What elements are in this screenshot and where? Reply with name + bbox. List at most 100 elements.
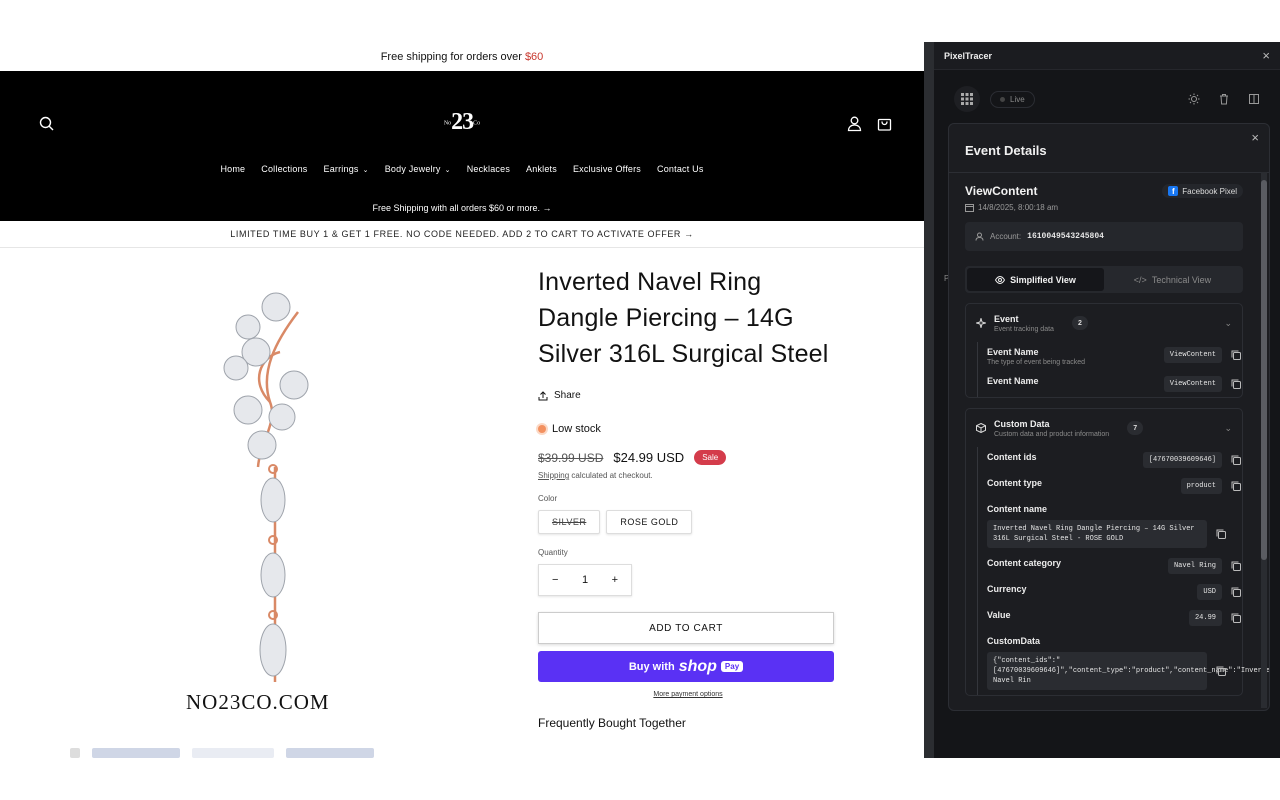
row-value[interactable]: Inverted Navel Ring Dangle Piercing – 14… bbox=[987, 520, 1207, 548]
row-value[interactable]: 24.99 bbox=[1188, 610, 1222, 626]
nav-item-exclusive-offers[interactable]: Exclusive Offers bbox=[573, 164, 641, 174]
scrollbar-thumb[interactable] bbox=[1261, 180, 1267, 560]
more-payment-options-link[interactable]: More payment options bbox=[538, 691, 838, 698]
thumbnail[interactable] bbox=[92, 748, 180, 758]
live-toggle[interactable]: Live bbox=[990, 90, 1035, 108]
store-logo[interactable]: No23Co bbox=[0, 109, 924, 136]
announcement-price: $60 bbox=[524, 50, 544, 63]
nav-label: Exclusive Offers bbox=[572, 164, 642, 174]
stock-status: Low stock bbox=[538, 423, 838, 435]
thumbnail[interactable] bbox=[192, 748, 274, 758]
pay-logo: Pay bbox=[720, 661, 744, 672]
account-icon[interactable] bbox=[846, 115, 863, 132]
color-option-rose-gold[interactable]: ROSE GOLD bbox=[606, 510, 693, 534]
row-value[interactable]: USD bbox=[1197, 584, 1222, 600]
grid-icon[interactable] bbox=[954, 86, 980, 112]
copy-icon[interactable] bbox=[1230, 480, 1242, 492]
logo-right: Co bbox=[473, 120, 481, 127]
tab-technical-view[interactable]: </> Technical View bbox=[1104, 268, 1241, 291]
chevron-down-icon[interactable]: ⌄ bbox=[1224, 318, 1232, 329]
nav-label: Anklets bbox=[526, 164, 557, 174]
row-value-group: USD bbox=[1197, 584, 1242, 600]
row-label: Value bbox=[987, 610, 1011, 620]
row-value[interactable]: [47670039609646] bbox=[1142, 452, 1222, 468]
product-title: Inverted Navel Ring Dangle Piercing – 14… bbox=[538, 268, 829, 368]
nav-item-anklets[interactable]: Anklets bbox=[526, 164, 557, 174]
copy-icon[interactable] bbox=[1230, 378, 1242, 390]
row-description: The type of event being tracked bbox=[987, 359, 1086, 366]
store-header: No23Co Home Collections Earrings ⌄ Body J… bbox=[0, 71, 924, 221]
color-option-silver[interactable]: SILVER bbox=[538, 510, 601, 534]
row-value-group: [47670039609646] bbox=[1142, 452, 1242, 468]
account-label: Account: bbox=[990, 232, 1022, 241]
nav-item-contact-us[interactable]: Contact Us bbox=[657, 164, 704, 174]
modal-scrollbar[interactable] bbox=[1261, 172, 1267, 708]
quantity-value[interactable]: 1 bbox=[582, 574, 588, 586]
shipping-note: Shipping calculated at checkout. bbox=[538, 471, 838, 480]
row-value[interactable]: product bbox=[1180, 478, 1222, 494]
copy-icon[interactable] bbox=[1215, 665, 1227, 677]
thumbnail[interactable] bbox=[70, 748, 80, 758]
event-details-modal: × Event Details ViewContent f Facebook P… bbox=[948, 123, 1270, 711]
calendar-icon bbox=[965, 204, 974, 212]
add-to-cart-button[interactable]: ADD TO CART bbox=[538, 612, 834, 644]
quantity-plus-button[interactable]: + bbox=[612, 574, 618, 586]
copy-icon[interactable] bbox=[1230, 454, 1242, 466]
shipping-banner[interactable]: Free Shipping with all orders $60 or mor… bbox=[0, 203, 924, 213]
sun-icon[interactable] bbox=[1186, 91, 1202, 107]
row-value[interactable]: ViewContent bbox=[1163, 347, 1222, 363]
page-scrollbar[interactable] bbox=[924, 42, 934, 758]
brand-watermark: NO23CO.COM bbox=[186, 690, 330, 714]
tab-simplified-view[interactable]: Simplified View bbox=[967, 268, 1104, 291]
logo-main: 23 bbox=[451, 109, 474, 135]
modal-title: Event Details bbox=[965, 143, 1047, 158]
live-dot-icon bbox=[1000, 96, 1005, 102]
section-title-group: Custom Data Custom data and product info… bbox=[994, 419, 1109, 438]
row-value[interactable]: ViewContent bbox=[1163, 376, 1222, 392]
copy-icon[interactable] bbox=[1230, 586, 1242, 598]
nav-item-collections[interactable]: Collections bbox=[261, 164, 307, 174]
copy-icon[interactable] bbox=[1215, 528, 1227, 540]
copy-icon[interactable] bbox=[1230, 560, 1242, 572]
nav-item-necklaces[interactable]: Necklaces bbox=[467, 164, 510, 174]
cart-icon[interactable] bbox=[876, 115, 893, 132]
panel-toolbar: Live bbox=[954, 86, 1262, 112]
compare-price: $39.99 USD bbox=[538, 450, 604, 465]
product-image[interactable] bbox=[180, 282, 370, 712]
announcement-bar: Free shipping for orders over $60 bbox=[0, 42, 924, 71]
product-info: Inverted Navel Ring Dangle Piercing – 14… bbox=[538, 264, 838, 730]
row-label: Content category bbox=[987, 558, 1062, 568]
row-value[interactable]: {"content_ids":"[47670039609646]","conte… bbox=[987, 652, 1269, 690]
trash-icon[interactable] bbox=[1216, 91, 1232, 107]
promo-banner[interactable]: LIMITED TIME BUY 1 & GET 1 FREE. NO CODE… bbox=[0, 221, 924, 248]
thumbnail[interactable] bbox=[286, 748, 374, 758]
share-button[interactable]: Share bbox=[538, 390, 838, 401]
chevron-down-icon[interactable]: ⌄ bbox=[1224, 423, 1232, 434]
close-icon[interactable]: × bbox=[1262, 48, 1270, 63]
nav-item-home[interactable]: Home bbox=[220, 164, 245, 174]
event-section-header[interactable]: Event Event tracking data 2 ⌄ bbox=[966, 304, 1242, 342]
pixel-name: Facebook Pixel bbox=[1182, 186, 1237, 196]
custom-data-section-header[interactable]: Custom Data Custom data and product info… bbox=[966, 409, 1242, 447]
facebook-icon: f bbox=[1168, 186, 1179, 196]
copy-icon[interactable] bbox=[1230, 349, 1242, 361]
code-icon: </> bbox=[1133, 274, 1147, 285]
shop-pay-button[interactable]: Buy with shop Pay bbox=[538, 651, 834, 682]
data-row: Content ids [47670039609646] bbox=[987, 447, 1242, 473]
custom-data-rows: Content ids [47670039609646] Content typ… bbox=[977, 447, 1269, 695]
nav-item-earrings[interactable]: Earrings ⌄ bbox=[324, 164, 369, 174]
row-value[interactable]: Navel Ring bbox=[1167, 558, 1222, 574]
section-title-group: Event Event tracking data bbox=[994, 314, 1054, 333]
columns-icon[interactable] bbox=[1246, 91, 1262, 107]
close-icon[interactable]: × bbox=[1251, 130, 1259, 145]
price-row: $39.99 USD $24.99 USD Sale bbox=[538, 450, 838, 465]
shipping-link[interactable]: Shipping bbox=[538, 471, 569, 480]
copy-icon[interactable] bbox=[1230, 612, 1242, 624]
chevron-down-icon: ⌄ bbox=[362, 167, 369, 174]
nav-item-body-jewelry[interactable]: Body Jewelry ⌄ bbox=[385, 164, 451, 174]
section-title: Event bbox=[994, 313, 1019, 324]
quantity-minus-button[interactable]: − bbox=[552, 574, 558, 586]
data-row: Content category Navel Ring bbox=[987, 553, 1242, 579]
stock-label: Low stock bbox=[552, 423, 601, 435]
data-row: Event Name ViewContent bbox=[987, 371, 1242, 397]
